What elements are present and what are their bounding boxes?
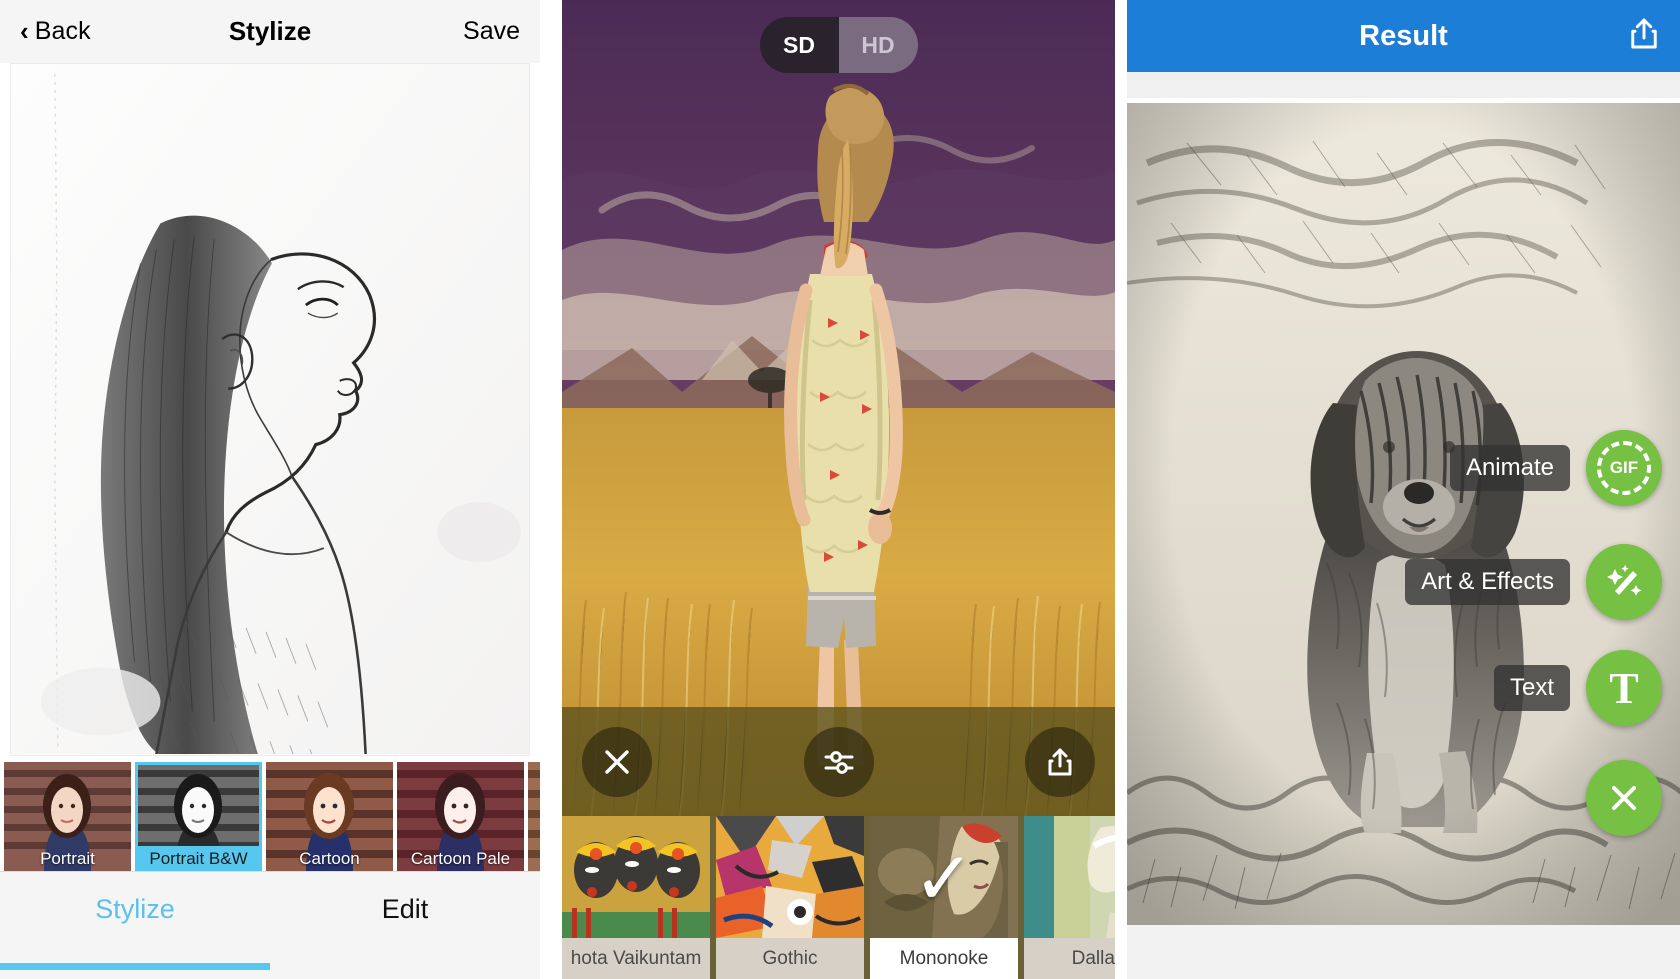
filter-thumbnail[interactable]: Portrait xyxy=(4,762,131,872)
gif-icon: GIF xyxy=(1597,441,1651,495)
tab-stylize-label: Stylize xyxy=(95,894,175,924)
stylize-bottom-tabs[interactable]: Stylize Edit xyxy=(0,871,540,979)
panel-divider xyxy=(1115,0,1127,979)
action-animate[interactable]: Animate GIF xyxy=(1449,430,1662,506)
result-subbar xyxy=(1127,72,1680,98)
action-art-effects-label: Art & Effects xyxy=(1405,559,1570,605)
share-icon xyxy=(1631,18,1657,49)
filter-thumbnail[interactable]: Portrait B&W xyxy=(135,762,262,872)
close-button[interactable] xyxy=(582,726,652,797)
photo-editor-toolbar xyxy=(562,707,1115,816)
back-button[interactable]: ‹ Back xyxy=(20,17,91,46)
style-thumbnail[interactable]: hota Vaikuntam xyxy=(562,816,710,979)
panel-stylize: ‹ Back Stylize Save Portrait Portrait B&… xyxy=(0,0,540,979)
chevron-left-icon: ‹ xyxy=(20,15,29,46)
text-icon: T xyxy=(1609,663,1639,713)
tab-stylize[interactable]: Stylize xyxy=(0,872,270,979)
filter-label xyxy=(528,846,540,872)
art-effects-button[interactable] xyxy=(1586,544,1662,620)
pencil-sketch-portrait xyxy=(11,64,529,755)
share-icon xyxy=(1048,748,1072,775)
sliders-icon xyxy=(824,750,853,774)
filter-label: Cartoon xyxy=(299,849,360,868)
stylize-navbar: ‹ Back Stylize Save xyxy=(0,0,540,63)
style-preview-thota-vaikuntam xyxy=(562,816,710,938)
filter-thumbnail[interactable]: Cartoon xyxy=(266,762,393,872)
app-screenshot: ‹ Back Stylize Save Portrait Portrait B&… xyxy=(0,0,1680,979)
style-thumbnail[interactable]: Dallas xyxy=(1024,816,1115,979)
filter-label: Cartoon Pale xyxy=(410,849,511,868)
style-preview-dallas xyxy=(1024,816,1115,938)
tab-edit-label: Edit xyxy=(381,894,429,924)
tab-edit[interactable]: Edit xyxy=(270,872,540,979)
panel-photo-editor: SD HD hota Vaikuntam Gothic ✓ Mononoke D… xyxy=(562,0,1115,979)
magic-wand-icon xyxy=(1607,565,1642,596)
filter-thumbnail[interactable]: Cartoon Pale xyxy=(397,762,524,872)
action-close[interactable] xyxy=(1586,760,1662,836)
quality-toggle[interactable]: SD HD xyxy=(759,17,918,73)
share-button[interactable] xyxy=(1626,16,1662,57)
style-label: hota Vaikuntam xyxy=(562,938,710,979)
adjust-button[interactable] xyxy=(803,726,874,797)
style-label: Dallas xyxy=(1024,938,1115,979)
panel-result: Result Animate GIF Art & Effects Text T xyxy=(1127,0,1680,979)
style-thumbnail[interactable]: ✓ Mononoke xyxy=(870,816,1018,979)
result-footer xyxy=(1127,925,1680,979)
action-text-label: Text xyxy=(1493,665,1570,711)
gif-button[interactable]: GIF xyxy=(1586,430,1662,506)
close-icon xyxy=(605,749,629,774)
panel-divider xyxy=(540,0,562,979)
filter-thumbnail[interactable] xyxy=(528,762,540,872)
quality-option-sd[interactable]: SD xyxy=(759,17,839,73)
filter-label: Portrait B&W xyxy=(135,846,262,872)
stylize-preview-canvas[interactable] xyxy=(10,63,530,756)
style-label: Mononoke xyxy=(870,938,1018,979)
result-navbar: Result xyxy=(1127,0,1680,72)
share-button[interactable] xyxy=(1025,726,1095,797)
stylize-filter-strip[interactable]: Portrait Portrait B&W Cartoon Cartoon Pa… xyxy=(0,762,540,872)
selected-check-icon: ✓ xyxy=(912,837,975,920)
page-title: Result xyxy=(1359,19,1448,52)
action-art-effects[interactable]: Art & Effects xyxy=(1405,544,1662,620)
style-label: Gothic xyxy=(716,938,864,979)
style-filter-strip[interactable]: hota Vaikuntam Gothic ✓ Mononoke Dalla xyxy=(562,816,1115,979)
save-button[interactable]: Save xyxy=(463,17,520,46)
close-fab-button[interactable] xyxy=(1586,760,1662,836)
style-thumbnail[interactable]: Gothic xyxy=(716,816,864,979)
close-icon xyxy=(1612,786,1636,810)
quality-option-hd[interactable]: HD xyxy=(838,17,918,73)
filter-label: Portrait xyxy=(40,849,95,868)
back-button-label: Back xyxy=(34,17,91,45)
style-preview-gothic xyxy=(716,816,864,938)
action-text[interactable]: Text T xyxy=(1493,650,1662,726)
text-button[interactable]: T xyxy=(1586,650,1662,726)
action-animate-label: Animate xyxy=(1449,445,1570,491)
